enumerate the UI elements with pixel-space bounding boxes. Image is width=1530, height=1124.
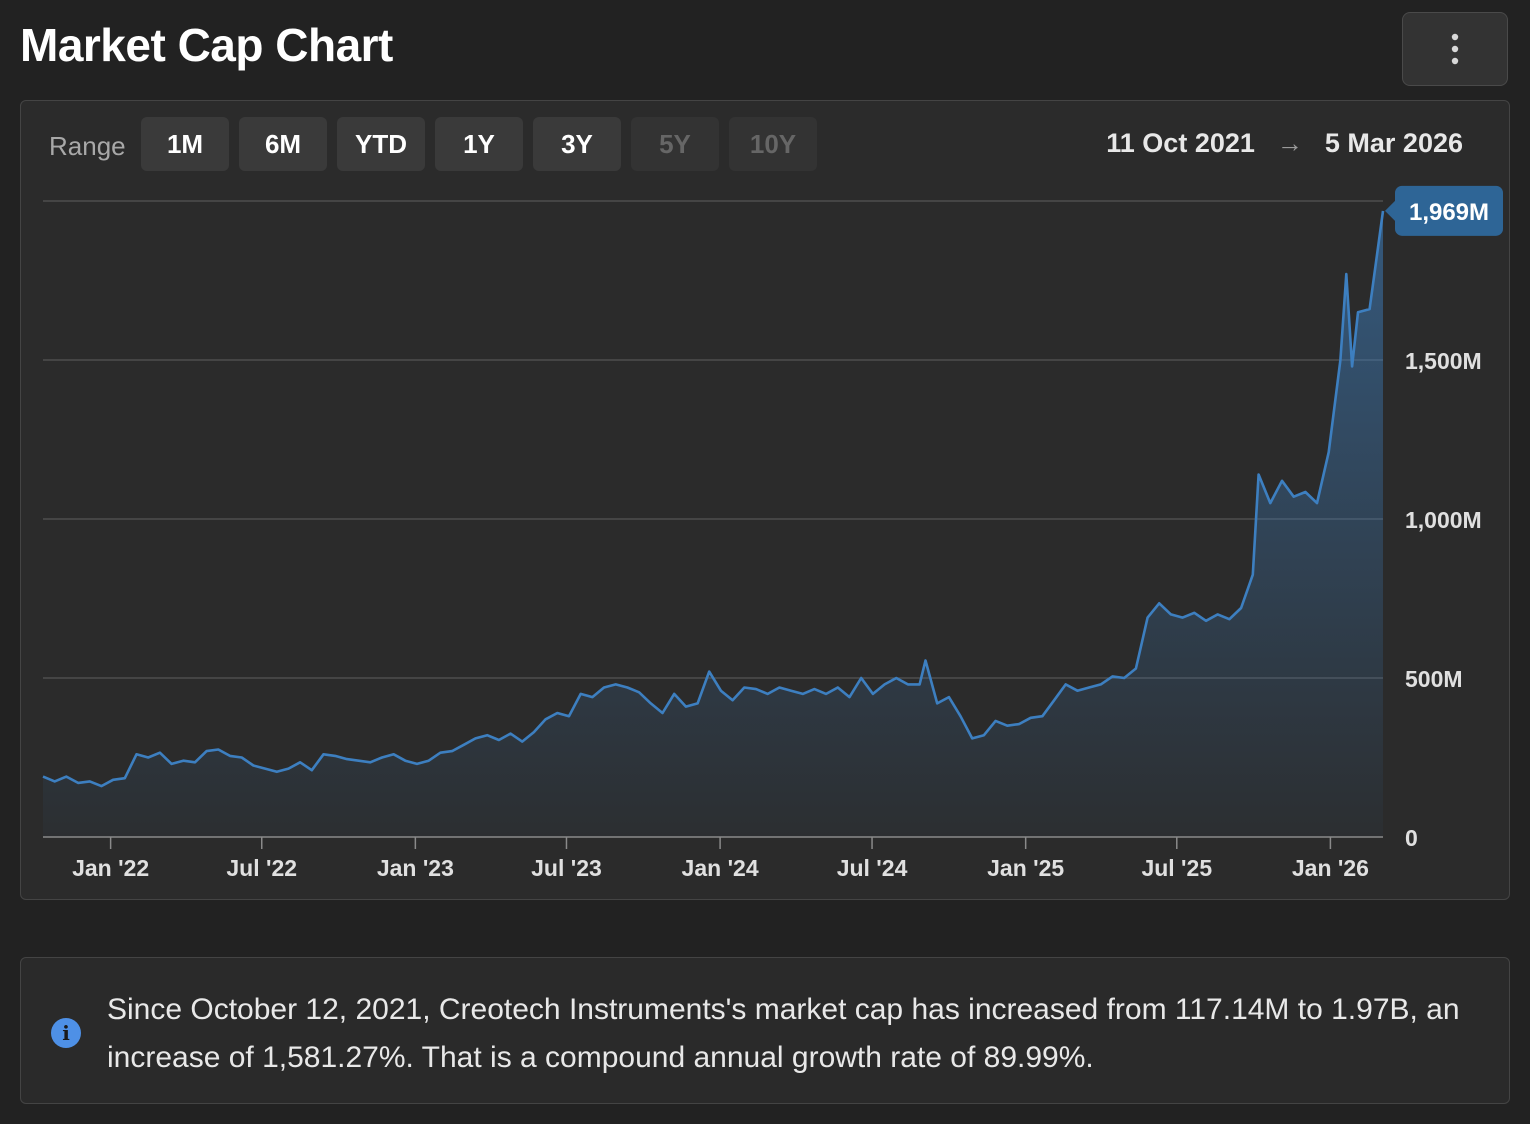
info-text: Since October 12, 2021, Creotech Instrum… (107, 993, 1460, 1074)
x-tick-label: Jul '24 (837, 855, 908, 881)
x-tick-label: Jan '22 (72, 855, 149, 881)
badge-pointer (1385, 200, 1395, 221)
y-tick-label: 0 (1405, 825, 1418, 851)
y-tick-label: 1,500M (1405, 348, 1482, 374)
x-tick-label: Jul '23 (531, 855, 602, 881)
x-tick-label: Jan '23 (377, 855, 454, 881)
market-cap-chart[interactable]: 0 500M 1,000M 1,500M Jan '22 Jul '22 Jan '23 Ju… (21, 101, 1509, 899)
chart-card: Range 1M 6M YTD 1Y 3Y 5Y 10Y 11 Oct 2021… (20, 100, 1510, 900)
x-tick-label: Jan '25 (987, 855, 1064, 881)
info-icon: i (51, 1018, 81, 1048)
x-tick-label: Jan '24 (682, 855, 759, 881)
last-value-badge: 1,969M (1385, 185, 1503, 236)
y-tick-label: 500M (1405, 666, 1463, 692)
y-tick-label: 1,000M (1405, 507, 1482, 533)
more-options-button[interactable] (1402, 12, 1508, 86)
more-vertical-icon (1451, 33, 1459, 65)
page-title: Market Cap Chart (20, 19, 393, 71)
x-tick-label: Jul '25 (1141, 855, 1212, 881)
last-value-label: 1,969M (1409, 199, 1489, 226)
series-area (43, 210, 1383, 837)
x-tick-label: Jul '22 (226, 855, 297, 881)
x-tick-label: Jan '26 (1292, 855, 1369, 881)
info-box: i Since October 12, 2021, Creotech Instr… (20, 957, 1510, 1104)
